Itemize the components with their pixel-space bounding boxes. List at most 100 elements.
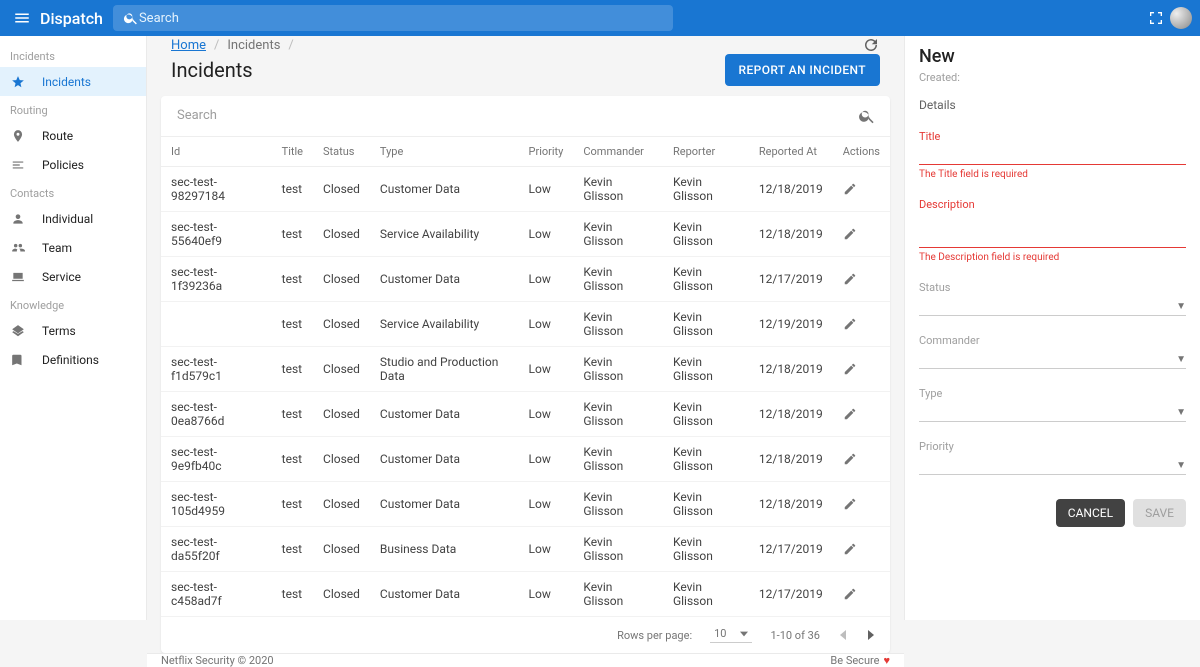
table-cell: sec-test-9e9fb40c [161, 437, 272, 482]
table-header[interactable]: Actions [833, 137, 890, 167]
table-row[interactable]: sec-test-9e9fb40ctestClosedCustomer Data… [161, 437, 890, 482]
description-input[interactable] [919, 213, 1186, 248]
sidebar-item-policies[interactable]: Policies [0, 150, 146, 179]
table-cell: Low [519, 482, 574, 527]
sidebar-item-label: Terms [42, 324, 76, 338]
edit-button[interactable] [843, 407, 880, 421]
edit-button[interactable] [843, 182, 880, 196]
sidebar-item-label: Individual [42, 212, 93, 226]
sidebar-item-individual[interactable]: Individual [0, 204, 146, 233]
table-row[interactable]: testClosedService AvailabilityLowKevin G… [161, 302, 890, 347]
sidebar-item-incidents[interactable]: Incidents [0, 67, 146, 96]
table-cell: Kevin Glisson [663, 572, 749, 617]
avatar[interactable] [1170, 7, 1192, 29]
type-label: Type [919, 387, 1186, 400]
table-cell: Kevin Glisson [663, 167, 749, 212]
type-select[interactable] [919, 402, 1186, 422]
table-header[interactable]: Type [370, 137, 519, 167]
fullscreen-button[interactable] [1142, 4, 1170, 32]
table-cell: Customer Data [370, 392, 519, 437]
fullscreen-icon [1148, 10, 1164, 26]
save-button[interactable]: SAVE [1133, 499, 1186, 527]
sidebar-item-team[interactable]: Team [0, 233, 146, 262]
breadcrumb-current: Incidents [227, 38, 280, 53]
page-footer: Netflix Security © 2020 Be Secure ♥ [147, 653, 904, 667]
table-cell: Kevin Glisson [573, 167, 663, 212]
edit-button[interactable] [843, 587, 880, 601]
title-input[interactable] [919, 145, 1186, 165]
table-row[interactable]: sec-test-c458ad7ftestClosedCustomer Data… [161, 572, 890, 617]
page-title: Incidents [171, 58, 713, 82]
global-search-input[interactable] [139, 11, 663, 26]
table-header[interactable]: Commander [573, 137, 663, 167]
report-incident-button[interactable]: REPORT AN INCIDENT [725, 54, 881, 86]
table-cell: Kevin Glisson [573, 392, 663, 437]
table-cell: Customer Data [370, 437, 519, 482]
edit-button[interactable] [843, 542, 880, 556]
sidebar-item-route[interactable]: Route [0, 121, 146, 150]
edit-button[interactable] [843, 272, 880, 286]
table-row[interactable]: sec-test-0ea8766dtestClosedCustomer Data… [161, 392, 890, 437]
details-section: Details [919, 98, 1186, 112]
table-cell: Closed [313, 572, 370, 617]
sidebar-item-label: Team [42, 241, 72, 255]
commander-select[interactable] [919, 349, 1186, 369]
edit-button[interactable] [843, 227, 880, 241]
table-row[interactable]: sec-test-f1d579c1testClosedStudio and Pr… [161, 347, 890, 392]
table-cell: Closed [313, 347, 370, 392]
table-cell: test [272, 482, 313, 527]
refresh-icon [862, 36, 880, 54]
global-search[interactable] [113, 5, 673, 31]
next-page-button[interactable] [866, 630, 876, 640]
table-header[interactable]: Id [161, 137, 272, 167]
table-cell: Low [519, 302, 574, 347]
type-field[interactable]: Type ▼ [919, 387, 1186, 422]
table-cell: Business Data [370, 527, 519, 572]
table-cell: Closed [313, 212, 370, 257]
brand[interactable]: Dispatch [40, 9, 103, 28]
table-cell: Kevin Glisson [573, 437, 663, 482]
row-actions [833, 347, 890, 392]
refresh-button[interactable] [862, 36, 880, 54]
chevron-right-icon [866, 630, 876, 640]
status-field[interactable]: Status ▼ [919, 281, 1186, 316]
sidebar-item-definitions[interactable]: Definitions [0, 345, 146, 374]
table-search-input[interactable] [175, 102, 858, 130]
sidebar-item-service[interactable]: Service [0, 262, 146, 291]
table-cell: Kevin Glisson [663, 527, 749, 572]
prev-page-button[interactable] [838, 630, 848, 640]
table-row[interactable]: sec-test-55640ef9testClosedService Avail… [161, 212, 890, 257]
table-row[interactable]: sec-test-da55f20ftestClosedBusiness Data… [161, 527, 890, 572]
edit-button[interactable] [843, 362, 880, 376]
sidebar-item-label: Service [42, 270, 81, 284]
table-header[interactable]: Reporter [663, 137, 749, 167]
edit-button[interactable] [843, 317, 880, 331]
priority-select[interactable] [919, 455, 1186, 475]
edit-button[interactable] [843, 497, 880, 511]
table-cell: sec-test-55640ef9 [161, 212, 272, 257]
priority-field[interactable]: Priority ▼ [919, 440, 1186, 475]
table-cell: test [272, 302, 313, 347]
table-header[interactable]: Title [272, 137, 313, 167]
rows-per-page-select[interactable]: 10 [710, 627, 752, 643]
table-header[interactable]: Priority [519, 137, 574, 167]
sidebar-section-label: Knowledge [0, 291, 146, 316]
table-row[interactable]: sec-test-105d4959testClosedCustomer Data… [161, 482, 890, 527]
panel-heading: New [919, 46, 1186, 67]
sidebar-section-label: Contacts [0, 179, 146, 204]
search-icon [858, 107, 876, 125]
table-row[interactable]: sec-test-98297184testClosedCustomer Data… [161, 167, 890, 212]
status-select[interactable] [919, 296, 1186, 316]
table-row[interactable]: sec-test-1f39236atestClosedCustomer Data… [161, 257, 890, 302]
description-error: The Description field is required [919, 252, 1186, 263]
lines-icon [10, 158, 26, 172]
breadcrumb-home[interactable]: Home [171, 38, 206, 53]
table-header[interactable]: Status [313, 137, 370, 167]
table-cell: Service Availability [370, 302, 519, 347]
sidebar-item-terms[interactable]: Terms [0, 316, 146, 345]
table-header[interactable]: Reported At [749, 137, 833, 167]
commander-field[interactable]: Commander ▼ [919, 334, 1186, 369]
cancel-button[interactable]: CANCEL [1056, 499, 1125, 527]
edit-button[interactable] [843, 452, 880, 466]
menu-toggle[interactable] [8, 4, 36, 32]
